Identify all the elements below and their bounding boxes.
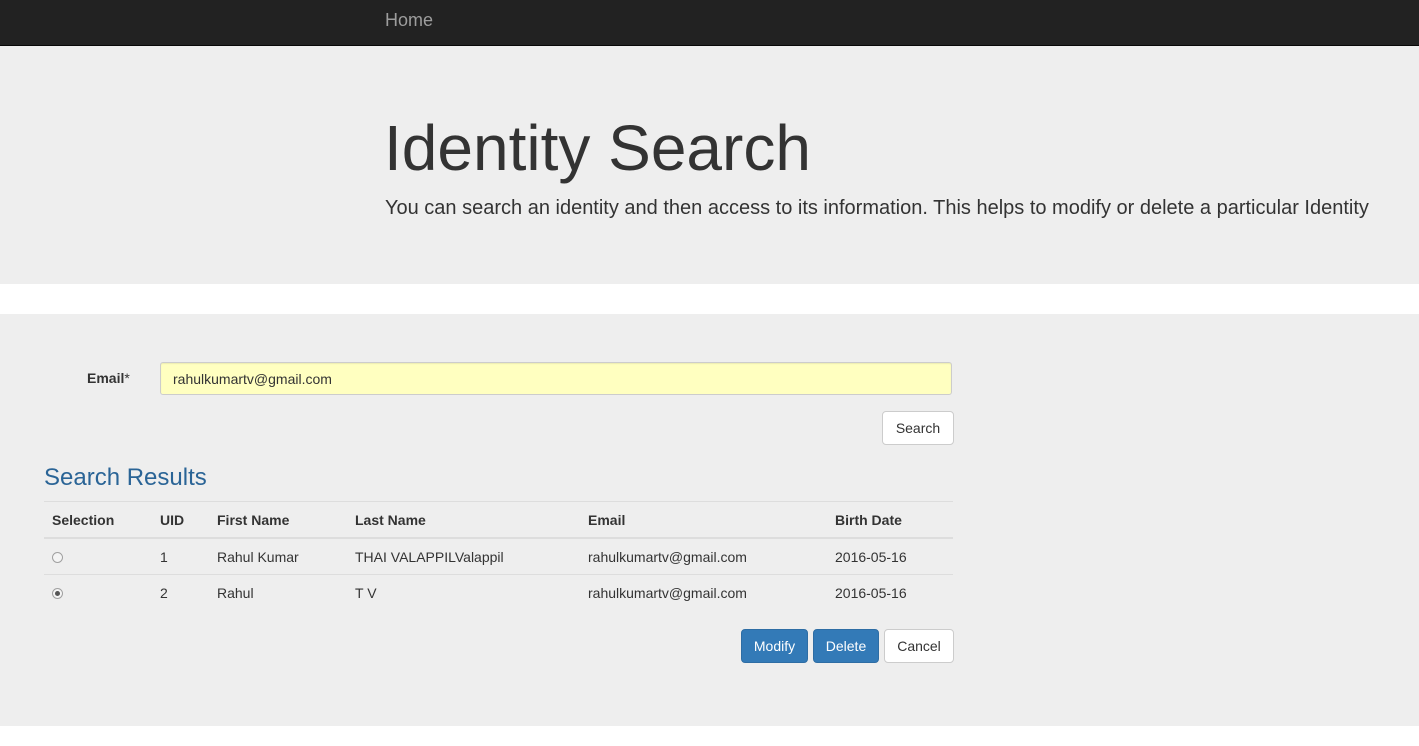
column-header-last-name: Last Name xyxy=(347,501,580,539)
email-input[interactable] xyxy=(160,362,952,395)
required-marker: * xyxy=(124,370,130,386)
uid-cell: 1 xyxy=(152,538,209,575)
nav-home-link[interactable]: Home xyxy=(385,0,433,45)
email-label: Email* xyxy=(87,370,130,386)
page-title: Identity Search xyxy=(384,112,811,184)
results-table: Selection UID First Name Last Name Email… xyxy=(44,501,953,610)
selection-cell xyxy=(44,538,152,575)
last-name-cell: T V xyxy=(355,584,377,601)
email-cell: rahulkumartv@gmail.com xyxy=(580,538,827,575)
search-button[interactable]: Search xyxy=(882,411,954,445)
column-header-email: Email xyxy=(580,501,827,539)
search-panel: Email* Search Search Results Selection U… xyxy=(0,314,1419,726)
table-row: 1 Rahul Kumar THAI VALAPPILValappil rahu… xyxy=(44,538,953,575)
page-subtitle: You can search an identity and then acce… xyxy=(385,197,1369,219)
cancel-button[interactable]: Cancel xyxy=(884,629,954,663)
email-label-text: Email xyxy=(87,370,125,386)
birth-date-cell: 2016-05-16 xyxy=(827,538,953,575)
first-name-cell: Rahul xyxy=(217,584,254,601)
row-select-radio[interactable] xyxy=(52,587,63,599)
first-name-cell: Rahul Kumar xyxy=(209,538,347,575)
birth-date-cell: 2016-05-16 xyxy=(835,584,907,601)
column-header-selection: Selection xyxy=(44,501,152,539)
search-results-title: Search Results xyxy=(44,464,207,491)
column-header-first-name: First Name xyxy=(209,501,347,539)
column-header-uid: UID xyxy=(152,501,209,539)
last-name-cell: THAI VALAPPILValappil xyxy=(347,538,580,575)
column-header-birth-date: Birth Date xyxy=(827,501,953,539)
modify-button[interactable]: Modify xyxy=(741,629,808,663)
uid-cell: 2 xyxy=(160,584,168,601)
table-row: 2 Rahul T V rahulkumartv@gmail.com 2016-… xyxy=(44,575,953,611)
page-header: Identity Search You can search an identi… xyxy=(0,46,1419,284)
email-cell: rahulkumartv@gmail.com xyxy=(588,584,747,601)
row-select-radio[interactable] xyxy=(52,551,63,563)
selection-cell xyxy=(44,575,152,611)
top-navbar: Home xyxy=(0,0,1419,46)
table-header-row: Selection UID First Name Last Name Email… xyxy=(44,501,953,539)
delete-button[interactable]: Delete xyxy=(813,629,879,663)
